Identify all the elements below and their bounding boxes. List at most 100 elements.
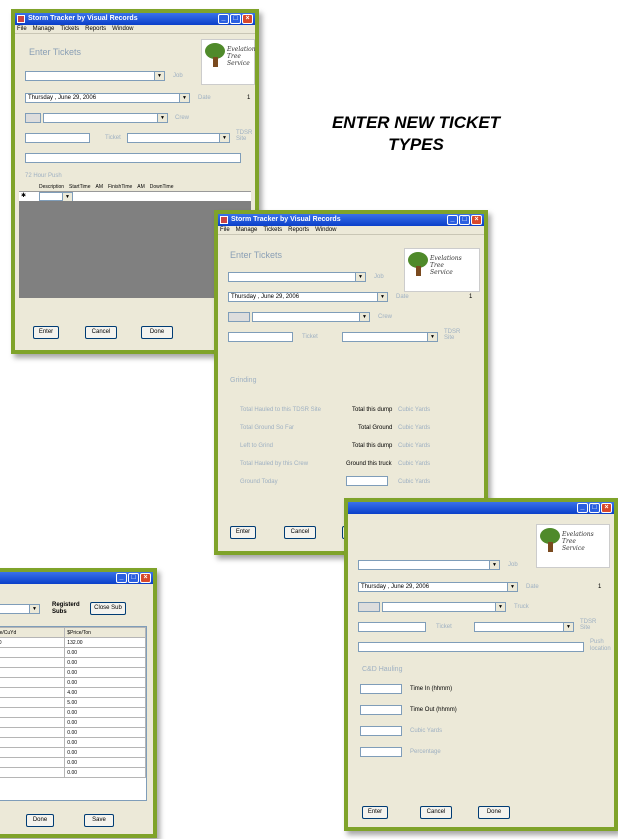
table-row[interactable]: 0.00 [0, 747, 146, 758]
table-row[interactable]: 0.00 [0, 647, 146, 658]
maximize-icon[interactable]: □ [128, 573, 139, 583]
percentage-input[interactable] [360, 747, 402, 757]
table-cell[interactable]: 0.00 [64, 757, 146, 768]
crew-id-field[interactable] [25, 113, 41, 123]
tdsr-site-select[interactable] [342, 332, 438, 342]
table-row[interactable]: 0.00 [0, 757, 146, 768]
table-cell[interactable] [0, 717, 66, 728]
push-location-input[interactable] [358, 642, 584, 652]
table-cell[interactable]: 0.00 [64, 737, 146, 748]
table-cell[interactable] [0, 727, 66, 738]
table-cell[interactable]: 0.00 [64, 767, 146, 778]
job-select[interactable] [358, 560, 500, 570]
ticket-input[interactable] [228, 332, 293, 342]
date-picker[interactable]: Thursday , June 29, 2006 [228, 292, 388, 302]
minimize-icon[interactable]: _ [116, 573, 127, 583]
table-cell[interactable] [0, 647, 66, 658]
table-cell[interactable] [0, 757, 66, 768]
cancel-button[interactable]: Cancel [284, 526, 316, 539]
job-select[interactable] [228, 272, 366, 282]
table-cell[interactable]: 0.00 [64, 727, 146, 738]
sub-select[interactable] [0, 604, 40, 614]
menu-window[interactable]: Window [315, 227, 336, 233]
job-select[interactable] [25, 71, 165, 81]
maximize-icon[interactable]: □ [459, 215, 470, 225]
date-picker[interactable]: Thursday , June 29, 2006 [358, 582, 518, 592]
menu-file[interactable]: File [220, 227, 230, 233]
cancel-button[interactable]: Cancel [85, 326, 117, 339]
table-cell[interactable]: 00 [0, 637, 66, 648]
time-in-input[interactable] [360, 684, 402, 694]
menu-tickets[interactable]: Tickets [263, 227, 282, 233]
table-row[interactable]: 5.00 [0, 697, 146, 708]
table-cell[interactable] [0, 697, 66, 708]
menu-manage[interactable]: Manage [33, 26, 55, 32]
minimize-icon[interactable]: _ [577, 503, 588, 513]
ground-today-input[interactable] [346, 476, 388, 486]
table-row[interactable]: 0.00 [0, 717, 146, 728]
table-cell[interactable] [0, 747, 66, 758]
table-row[interactable]: 0.00 [0, 707, 146, 718]
table-cell[interactable]: 0.00 [64, 677, 146, 688]
maximize-icon[interactable]: □ [589, 503, 600, 513]
close-icon[interactable]: × [140, 573, 151, 583]
menu-tickets[interactable]: Tickets [60, 26, 79, 32]
table-row[interactable]: 0.00 [0, 667, 146, 678]
enter-button[interactable]: Enter [33, 326, 59, 339]
crew-select[interactable] [252, 312, 370, 322]
menu-window[interactable]: Window [112, 26, 133, 32]
close-sub-button[interactable]: Close Sub [90, 602, 126, 615]
table-cell[interactable]: 0.00 [64, 707, 146, 718]
menu-reports[interactable]: Reports [288, 227, 309, 233]
table-cell[interactable]: 0.00 [64, 667, 146, 678]
table-cell[interactable] [0, 657, 66, 668]
crew-select[interactable] [43, 113, 168, 123]
table-row[interactable]: 0.00 [0, 727, 146, 738]
enter-button[interactable]: Enter [230, 526, 256, 539]
done-button[interactable]: Done [478, 806, 510, 819]
table-row[interactable]: 0.00 [0, 767, 146, 778]
grid-new-row[interactable]: ✱ [19, 192, 251, 201]
table-cell[interactable] [0, 767, 66, 778]
table-cell[interactable] [0, 677, 66, 688]
close-icon[interactable]: × [601, 503, 612, 513]
table-cell[interactable]: 132.00 [64, 637, 146, 648]
enter-button[interactable]: Enter [362, 806, 388, 819]
menu-file[interactable]: File [17, 26, 27, 32]
price-table[interactable]: ice/CuYd$Price/Ton 00132.000.000.000.000… [0, 626, 147, 801]
cancel-button[interactable]: Cancel [420, 806, 452, 819]
table-cell[interactable]: 0.00 [64, 747, 146, 758]
cubic-yards-input[interactable] [360, 726, 402, 736]
truck-select[interactable] [382, 602, 506, 612]
table-cell[interactable] [0, 667, 66, 678]
table-cell[interactable] [0, 687, 66, 698]
table-cell[interactable]: 4.00 [64, 687, 146, 698]
push-location-input[interactable] [25, 153, 241, 163]
table-row[interactable]: 4.00 [0, 687, 146, 698]
table-cell[interactable]: 5.00 [64, 697, 146, 708]
table-cell[interactable] [0, 707, 66, 718]
table-row[interactable]: 00132.00 [0, 637, 146, 648]
minimize-icon[interactable]: _ [218, 14, 229, 24]
maximize-icon[interactable]: □ [230, 14, 241, 24]
table-cell[interactable]: 0.00 [64, 717, 146, 728]
close-icon[interactable]: × [242, 14, 253, 24]
table-row[interactable]: 0.00 [0, 677, 146, 688]
table-row[interactable]: 0.00 [0, 657, 146, 668]
save-button[interactable]: Save [84, 814, 114, 827]
table-cell[interactable]: 0.00 [64, 657, 146, 668]
date-picker[interactable]: Thursday , June 29, 2006 [25, 93, 190, 103]
minimize-icon[interactable]: _ [447, 215, 458, 225]
tdsr-site-select[interactable] [474, 622, 574, 632]
table-cell[interactable] [0, 737, 66, 748]
truck-id-field[interactable] [358, 602, 380, 612]
table-row[interactable]: 0.00 [0, 737, 146, 748]
menu-manage[interactable]: Manage [236, 227, 258, 233]
ticket-input[interactable] [25, 133, 90, 143]
tdsr-site-select[interactable] [127, 133, 230, 143]
close-icon[interactable]: × [471, 215, 482, 225]
done-button[interactable]: Done [141, 326, 173, 339]
time-out-input[interactable] [360, 705, 402, 715]
ticket-input[interactable] [358, 622, 426, 632]
crew-id-field[interactable] [228, 312, 250, 322]
